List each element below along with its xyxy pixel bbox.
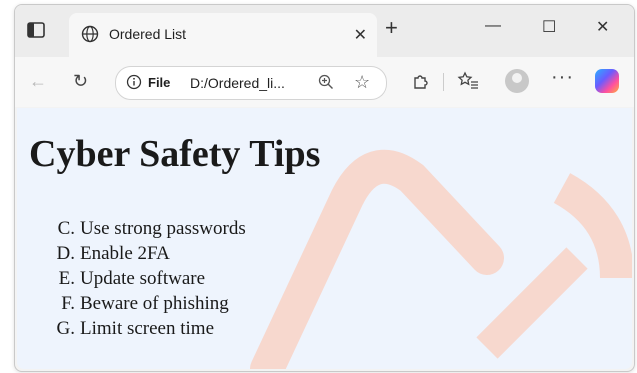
tab-strip: Ordered List ✕ + — ☐ ✕ <box>15 5 634 57</box>
list-item: D. Enable 2FA <box>51 241 246 266</box>
toolbar: ← ↻ File D:/Ordered_li... ☆ ··· <box>15 57 634 107</box>
list-item-text: Limit screen time <box>80 318 215 339</box>
list-marker: E. <box>58 268 75 289</box>
more-icon[interactable]: ··· <box>551 67 574 87</box>
favorite-star-icon[interactable]: ☆ <box>354 72 370 93</box>
list-item-text: Enable 2FA <box>80 243 170 264</box>
close-icon[interactable]: ✕ <box>354 25 367 45</box>
list-marker: G. <box>56 318 75 339</box>
url-text[interactable]: D:/Ordered_li... <box>190 75 285 91</box>
list-item: E. Update software <box>51 266 246 291</box>
list-item: C. Use strong passwords <box>51 216 246 241</box>
list-item-text: Use strong passwords <box>80 218 246 239</box>
address-bar[interactable]: File D:/Ordered_li... ☆ <box>115 66 387 100</box>
toolbar-divider <box>443 73 444 91</box>
list-item-text: Beware of phishing <box>80 293 229 314</box>
refresh-icon[interactable]: ↻ <box>73 71 88 91</box>
list-marker: F. <box>61 293 75 314</box>
copilot-icon[interactable] <box>595 69 619 93</box>
info-icon[interactable] <box>126 74 142 95</box>
list-item: G. Limit screen time <box>51 316 246 341</box>
zoom-icon[interactable] <box>318 74 334 95</box>
tab-actions-icon[interactable] <box>27 21 45 39</box>
tab-title: Ordered List <box>109 26 187 42</box>
browser-window: Ordered List ✕ + — ☐ ✕ ← ↻ File D:/Order… <box>14 4 635 372</box>
page-title: Cyber Safety Tips <box>29 133 321 175</box>
list-item: F. Beware of phishing <box>51 291 246 316</box>
file-label: File <box>148 75 171 90</box>
globe-icon <box>81 25 99 48</box>
minimize-icon[interactable]: — <box>485 17 501 35</box>
maximize-icon[interactable]: ☐ <box>542 17 556 37</box>
favorites-icon[interactable] <box>457 71 479 95</box>
window-close-icon[interactable]: ✕ <box>596 17 609 37</box>
back-icon[interactable]: ← <box>29 71 47 91</box>
extensions-icon[interactable] <box>411 71 431 95</box>
list-marker: D. <box>56 243 75 264</box>
tips-list: C. Use strong passwords D. Enable 2FA E. Up… <box>51 216 246 341</box>
plus-icon[interactable]: + <box>385 17 398 39</box>
list-item-text: Update software <box>80 268 206 289</box>
list-marker: C. <box>57 218 75 239</box>
profile-avatar[interactable] <box>505 69 529 93</box>
page-content: Cyber Safety Tips C. Use strong passwords… <box>17 108 632 369</box>
tab-ordered-list[interactable]: Ordered List ✕ <box>69 13 377 57</box>
